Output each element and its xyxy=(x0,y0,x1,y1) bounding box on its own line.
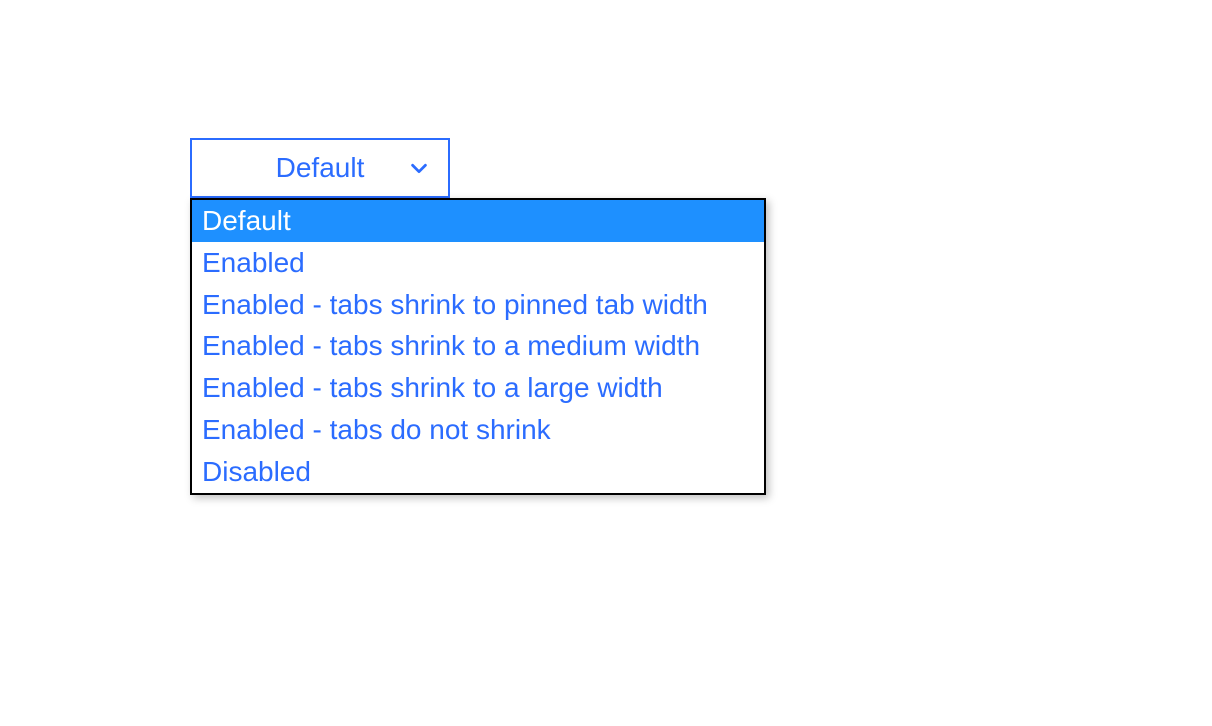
dropdown-select[interactable]: Default xyxy=(190,138,450,198)
dropdown-option-enabled-large[interactable]: Enabled - tabs shrink to a large width xyxy=(192,367,764,409)
dropdown-option-enabled-noshrink[interactable]: Enabled - tabs do not shrink xyxy=(192,409,764,451)
dropdown-option-default[interactable]: Default xyxy=(192,200,764,242)
dropdown-option-enabled-pinned[interactable]: Enabled - tabs shrink to pinned tab widt… xyxy=(192,284,764,326)
dropdown-listbox: Default Enabled Enabled - tabs shrink to… xyxy=(190,198,766,495)
dropdown-option-enabled[interactable]: Enabled xyxy=(192,242,764,284)
chevron-down-icon xyxy=(408,157,430,179)
dropdown-selected-label: Default xyxy=(276,152,365,184)
dropdown-container: Default Default Enabled Enabled - tabs s… xyxy=(190,138,450,198)
dropdown-option-disabled[interactable]: Disabled xyxy=(192,451,764,493)
dropdown-option-enabled-medium[interactable]: Enabled - tabs shrink to a medium width xyxy=(192,325,764,367)
